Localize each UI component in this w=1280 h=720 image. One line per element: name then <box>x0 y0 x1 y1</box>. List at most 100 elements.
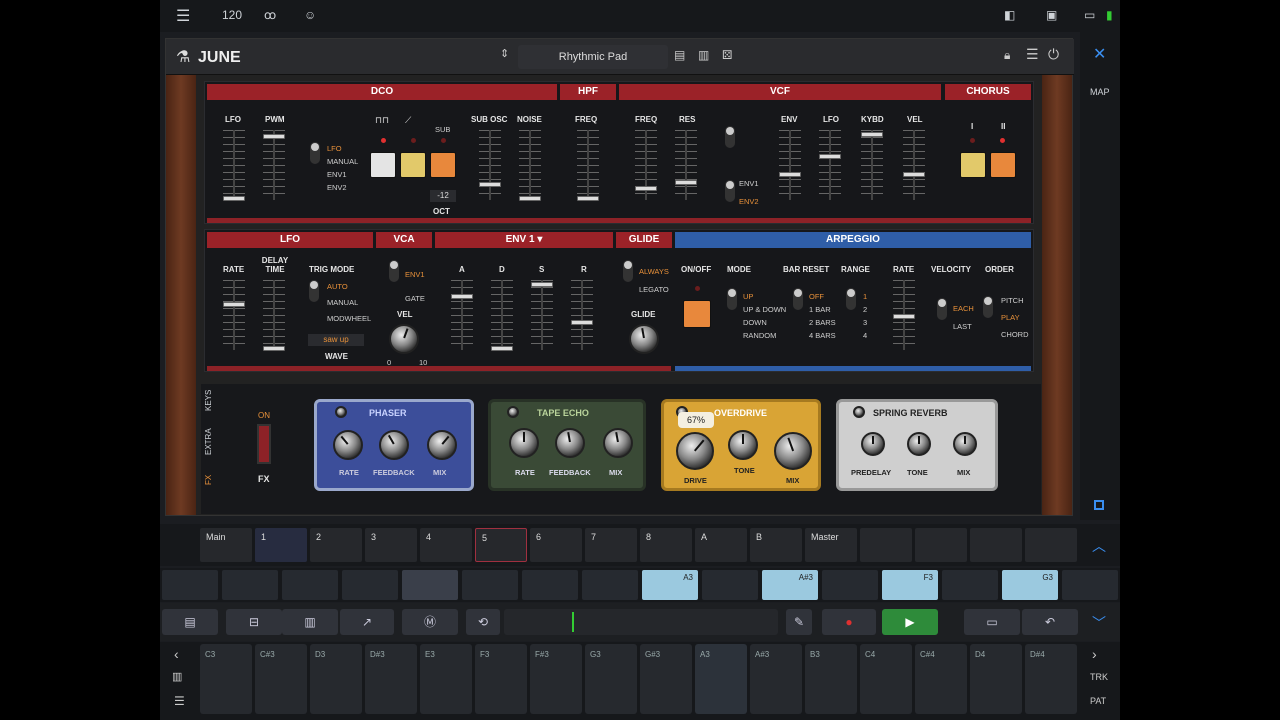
wave-value[interactable]: saw up <box>308 334 364 346</box>
key-pad[interactable]: G3 <box>585 644 637 714</box>
track-3[interactable]: 3 <box>365 528 417 562</box>
key-pad[interactable]: C3 <box>200 644 252 714</box>
piano-icon[interactable]: ▥ <box>172 670 182 683</box>
edit-icon[interactable]: ✎ <box>786 609 812 635</box>
range-switch[interactable] <box>846 288 856 310</box>
automation-icon[interactable]: ↗ <box>340 609 394 635</box>
fx-on-switch[interactable] <box>257 424 271 464</box>
env1-title[interactable]: ENV 1 ▾ <box>435 232 613 248</box>
trash-icon[interactable]: ▥ <box>698 48 709 62</box>
vcf-env-source-2[interactable]: ENV2 <box>739 197 759 206</box>
track-master[interactable]: Master <box>805 528 857 562</box>
vcf-env-switch[interactable] <box>725 180 735 202</box>
order-pitch[interactable]: PITCH <box>1001 296 1024 305</box>
tab-extra[interactable]: EXTRA <box>204 424 222 460</box>
key-pad[interactable]: E3 <box>420 644 472 714</box>
pwm-source-lfo[interactable]: LFO <box>327 144 342 153</box>
tab-keys[interactable]: KEYS <box>204 382 222 418</box>
arp-rate-slider[interactable] <box>893 280 915 350</box>
arp-onoff-button[interactable] <box>683 300 711 328</box>
velocity-last[interactable]: LAST <box>953 322 972 331</box>
tab-fx[interactable]: FX <box>204 468 222 492</box>
chevron-down-icon[interactable]: ﹀ <box>1092 613 1106 633</box>
arp-mode-random[interactable]: RANDOM <box>743 331 776 340</box>
trig-mode-auto[interactable]: AUTO <box>327 282 348 291</box>
bar-reset-4[interactable]: 4 BARS <box>809 331 836 340</box>
order-play[interactable]: PLAY <box>1001 313 1020 322</box>
track-2[interactable]: 2 <box>310 528 362 562</box>
overdrive-drive-knob[interactable] <box>676 432 714 470</box>
key-pad[interactable]: D4 <box>970 644 1022 714</box>
track-8[interactable]: 8 <box>640 528 692 562</box>
loop-icon[interactable]: ꝏ <box>264 8 276 22</box>
tempo-display[interactable]: 120 <box>222 8 242 22</box>
chevron-up-icon[interactable]: ︿ <box>1092 536 1106 556</box>
arrange-icon[interactable]: ⊟ <box>226 609 282 635</box>
bar-reset-off[interactable]: OFF <box>809 292 824 301</box>
sub-osc-slider[interactable] <box>479 130 501 200</box>
pwm-source-switch[interactable] <box>310 142 320 164</box>
vcf-res-slider[interactable] <box>675 130 697 200</box>
close-icon[interactable]: ✕ <box>1093 44 1106 64</box>
vcf-env-source-1[interactable]: ENV1 <box>739 179 759 188</box>
key-pad[interactable]: D#4 <box>1025 644 1077 714</box>
record-button[interactable]: ● <box>822 609 876 635</box>
oct-value[interactable]: -12 <box>430 190 456 202</box>
phaser-rate-knob[interactable] <box>333 430 363 460</box>
overdrive-tone-knob[interactable] <box>728 430 758 460</box>
range-2[interactable]: 2 <box>863 305 867 314</box>
env-a-slider[interactable] <box>451 280 473 350</box>
key-pad[interactable]: A3 <box>695 644 747 714</box>
phaser-power-knob[interactable] <box>335 406 347 418</box>
key-pad[interactable]: C4 <box>860 644 912 714</box>
track-7[interactable]: 7 <box>585 528 637 562</box>
pattern-asharp3[interactable]: A#3 <box>762 570 818 600</box>
play-button[interactable]: ▶ <box>882 609 938 635</box>
env-d-slider[interactable] <box>491 280 513 351</box>
track-empty-2[interactable] <box>915 528 967 562</box>
metronome-icon[interactable]: ☺ <box>304 8 316 22</box>
trig-mode-modwheel[interactable]: MODWHEEL <box>327 314 371 323</box>
bar-reset-2[interactable]: 2 BARS <box>809 318 836 327</box>
select-icon[interactable]: ▭ <box>964 609 1020 635</box>
chevron-left-icon[interactable]: ‹ <box>174 646 179 662</box>
tape-echo-feedback-knob[interactable] <box>555 428 585 458</box>
loop-toggle-icon[interactable]: ⟲ <box>466 609 500 635</box>
vcf-freq-slider[interactable] <box>635 130 657 200</box>
track-5[interactable]: 5 <box>475 528 527 562</box>
list-icon[interactable]: ☰ <box>174 694 185 708</box>
pattern-slot[interactable] <box>462 570 518 600</box>
chevron-right-icon[interactable]: › <box>1092 646 1097 662</box>
track-empty-1[interactable] <box>860 528 912 562</box>
saw-button[interactable] <box>400 152 426 178</box>
key-pad[interactable]: F3 <box>475 644 527 714</box>
key-pad[interactable]: D3 <box>310 644 362 714</box>
range-3[interactable]: 3 <box>863 318 867 327</box>
lock-icon[interactable]: 🔒︎ <box>1004 48 1010 63</box>
square-icon[interactable] <box>1094 500 1104 510</box>
spring-reverb-mix-knob[interactable] <box>953 432 977 456</box>
pattern-slot[interactable] <box>522 570 578 600</box>
velocity-switch[interactable] <box>937 298 947 320</box>
glide-mode-switch[interactable] <box>623 260 633 282</box>
key-pad[interactable]: C#3 <box>255 644 307 714</box>
dice-icon[interactable]: ⚄ <box>722 48 732 62</box>
key-pad[interactable]: A#3 <box>750 644 802 714</box>
pwm-source-env1[interactable]: ENV1 <box>327 170 347 179</box>
chorus-i-button[interactable] <box>960 152 986 178</box>
phaser-mix-knob[interactable] <box>427 430 457 460</box>
pattern-f3[interactable]: F3 <box>882 570 938 600</box>
arp-mode-updown[interactable]: UP & DOWN <box>743 305 786 314</box>
spring-reverb-tone-knob[interactable] <box>907 432 931 456</box>
velocity-each[interactable]: EACH <box>953 304 974 313</box>
map-button[interactable]: MAP <box>1090 87 1110 97</box>
hpf-freq-slider[interactable] <box>577 130 599 201</box>
key-pad[interactable]: B3 <box>805 644 857 714</box>
pattern-slot[interactable] <box>222 570 278 600</box>
glide-mode-legato[interactable]: LEGATO <box>639 285 669 294</box>
pattern-slot[interactable] <box>1062 570 1118 600</box>
track-empty-3[interactable] <box>970 528 1022 562</box>
bar-reset-1[interactable]: 1 BAR <box>809 305 831 314</box>
arp-mode-down[interactable]: DOWN <box>743 318 767 327</box>
glide-mode-always[interactable]: ALWAYS <box>639 267 669 276</box>
